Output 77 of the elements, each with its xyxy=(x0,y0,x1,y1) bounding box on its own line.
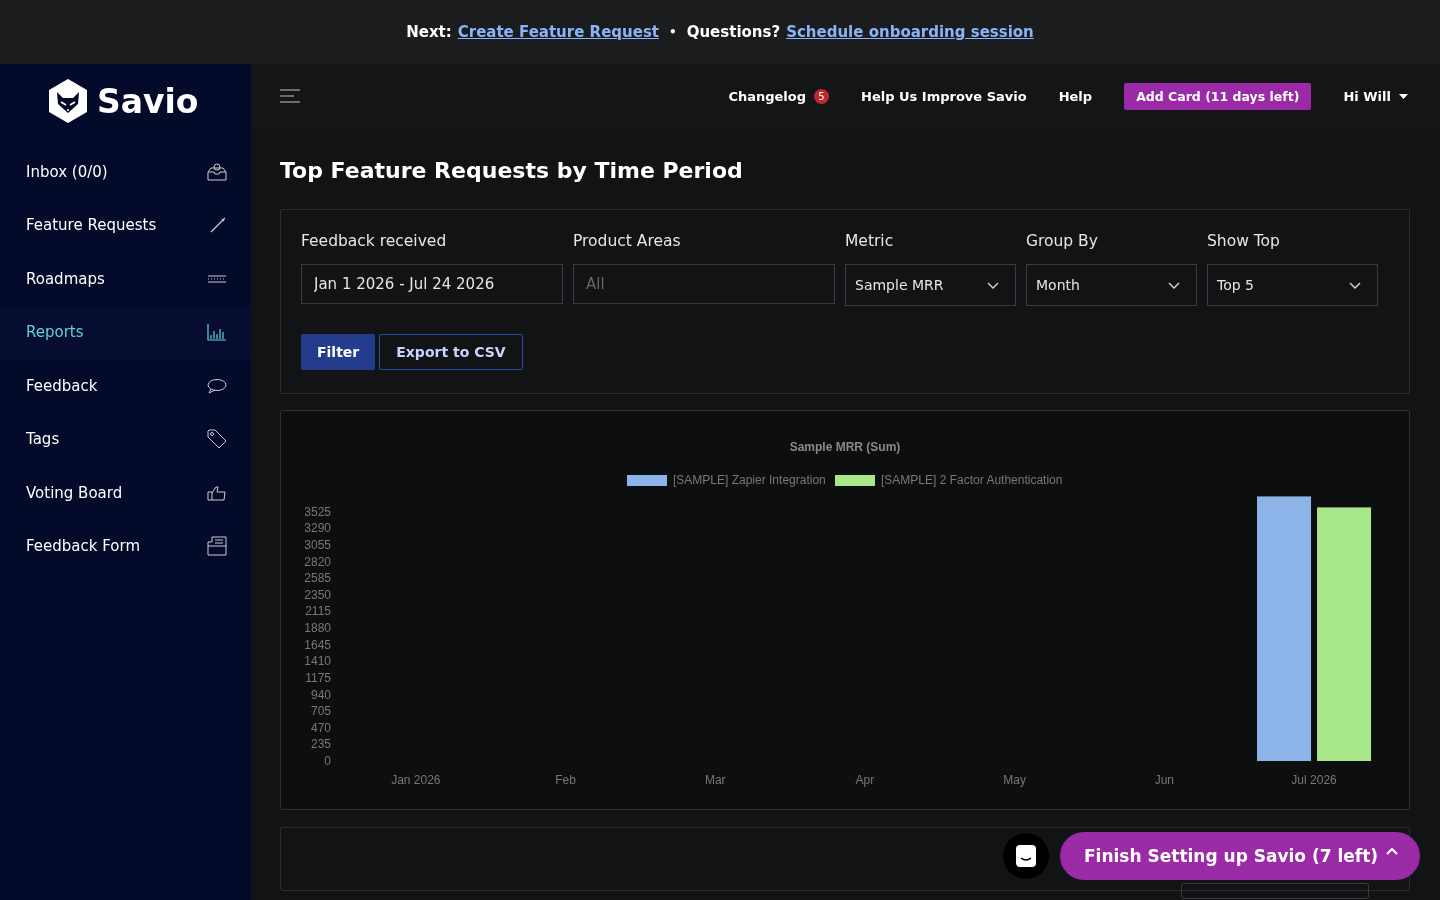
sidebar-item[interactable]: Voting Board xyxy=(0,466,251,520)
y-tick-label: 1410 xyxy=(304,654,331,669)
page-title: Top Feature Requests by Time Period xyxy=(280,158,744,183)
export-button[interactable]: Export to CSV xyxy=(379,334,523,370)
legend-label: [SAMPLE] Zapier Integration xyxy=(673,473,826,487)
questions-label: Questions? xyxy=(686,23,781,41)
field-label: Group By xyxy=(1026,232,1099,250)
sidebar-item[interactable]: Feedback Form xyxy=(0,519,251,573)
onboarding-link[interactable]: Schedule onboarding session xyxy=(786,23,1034,41)
search-field[interactable] xyxy=(1181,883,1369,899)
field-label: Feedback received xyxy=(301,232,448,250)
lines-icon xyxy=(207,273,227,284)
chat-icon xyxy=(1015,844,1037,868)
y-tick-label: 0 xyxy=(324,754,331,768)
sidebar-item[interactable]: Feedback xyxy=(0,359,251,413)
x-tick-label: Jul 2026 xyxy=(1291,773,1337,787)
changelog-badge: 5 xyxy=(814,88,829,104)
x-tick-label: May xyxy=(1003,773,1026,787)
input-field[interactable]: All xyxy=(573,264,835,304)
speech-bubble-icon xyxy=(207,377,227,394)
x-tick-label: Apr xyxy=(855,773,875,787)
tag-icon xyxy=(207,429,227,450)
caret-icon xyxy=(1399,93,1408,99)
y-tick-label: 3290 xyxy=(304,521,331,536)
add-card-button[interactable]: Add Card (11 days left) xyxy=(1124,82,1312,110)
setup-widget-button[interactable]: Finish Setting up Savio (7 left) xyxy=(1060,832,1420,880)
x-tick-label: Mar xyxy=(704,773,726,787)
x-tick-label: Jan 2026 xyxy=(391,773,441,787)
next-link[interactable]: Create Feature Request xyxy=(457,23,659,41)
y-tick-label: 2350 xyxy=(304,587,331,602)
sidebar-item[interactable]: Inbox (0/0) xyxy=(0,145,251,199)
sidebar-item[interactable]: Tags xyxy=(0,412,251,466)
chevron-down-icon xyxy=(1349,281,1361,289)
y-tick-label: 940 xyxy=(310,687,331,702)
y-tick-label: 2585 xyxy=(304,571,331,586)
chevron-up-icon xyxy=(1386,847,1398,855)
filter-button[interactable]: Filter xyxy=(301,334,376,370)
help-link[interactable]: Help xyxy=(1058,88,1093,104)
sidebar-item[interactable]: Roadmaps xyxy=(0,252,251,306)
y-tick-label: 3525 xyxy=(304,504,331,519)
separator-dot: • xyxy=(669,25,677,39)
sidebar-item[interactable]: Feature Requests xyxy=(0,198,251,252)
y-tick-label: 1880 xyxy=(304,621,331,635)
chevron-down-icon xyxy=(1168,281,1180,289)
dropdown[interactable]: Sample MRR xyxy=(845,264,1016,306)
y-tick-label: 1175 xyxy=(305,670,331,685)
next-label: Next: xyxy=(406,23,452,41)
menu-icon xyxy=(280,89,300,103)
improve-link[interactable]: Help Us Improve Savio xyxy=(861,88,1027,104)
bar-chart-icon xyxy=(207,323,227,342)
input-field[interactable]: Jan 1 2026 - Jul 24 2026 xyxy=(301,264,563,304)
form-icon xyxy=(207,536,227,557)
y-tick-label: 1645 xyxy=(304,637,331,652)
field-label: Metric xyxy=(845,232,895,250)
chart-title: Sample MRR (Sum) xyxy=(789,440,901,454)
y-tick-label: 2115 xyxy=(305,604,331,619)
changelog-link[interactable]: Changelog 5 xyxy=(728,88,829,104)
field-label: Show Top xyxy=(1207,232,1281,250)
y-tick-label: 3055 xyxy=(304,537,331,552)
y-tick-label: 470 xyxy=(310,720,331,735)
dropdown[interactable]: Month xyxy=(1026,264,1197,306)
fox-logo-icon xyxy=(47,78,89,124)
thumbs-up-icon xyxy=(207,484,227,501)
x-tick-label: Jun xyxy=(1154,773,1175,787)
chevron-down-icon xyxy=(987,281,999,289)
inbox-icon xyxy=(207,162,227,181)
field-label: Product Areas xyxy=(573,232,682,250)
legend-label: [SAMPLE] 2 Factor Authentication xyxy=(881,473,1063,487)
x-tick-label: Feb xyxy=(555,773,576,787)
y-tick-label: 705 xyxy=(310,704,331,719)
y-tick-label: 2820 xyxy=(304,554,331,569)
pencil-icon xyxy=(209,216,227,235)
logo-text: Savio xyxy=(97,81,199,121)
sidebar-item[interactable]: Reports xyxy=(0,305,251,359)
user-menu[interactable]: Hi Will xyxy=(1343,88,1408,104)
dropdown[interactable]: Top 5 xyxy=(1207,264,1378,306)
y-tick-label: 235 xyxy=(310,737,331,752)
